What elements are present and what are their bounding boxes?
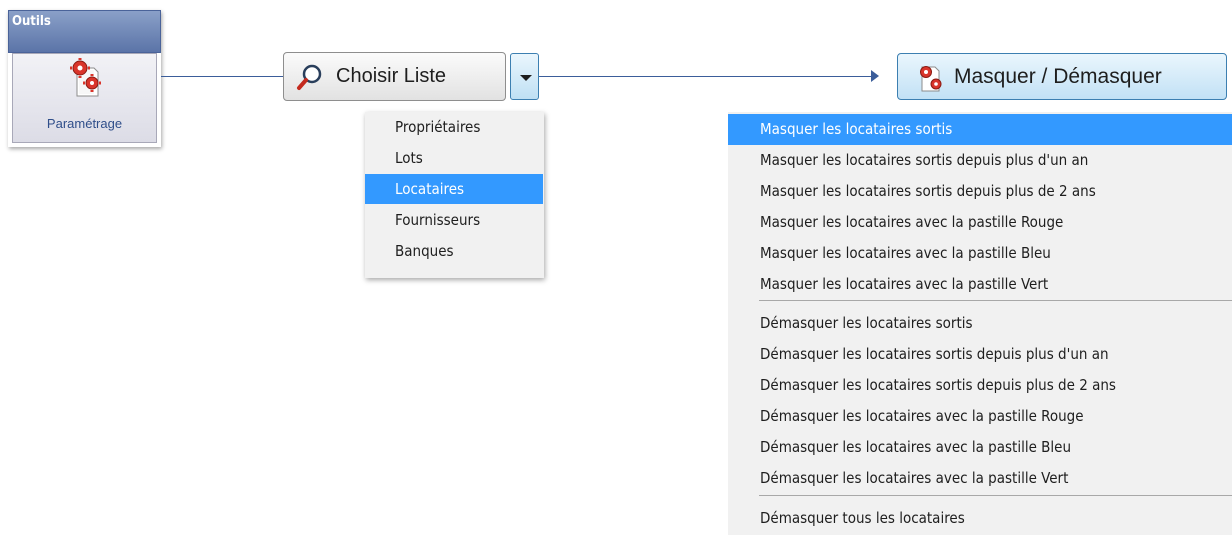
outils-panel: Outils Paramétrage	[8, 10, 161, 147]
masquer-demasquer-button[interactable]: Masquer / Démasquer	[897, 53, 1227, 100]
demasquer-menu-item[interactable]: Démasquer les locataires sortis depuis p…	[728, 370, 1232, 401]
connector-line	[539, 76, 871, 77]
masquer-menu-item[interactable]: Masquer les locataires avec la pastille …	[728, 207, 1232, 238]
choisir-liste-label: Choisir Liste	[336, 65, 447, 87]
choisir-liste-dropdown-button[interactable]	[510, 53, 539, 100]
list-menu-item[interactable]: Lots	[365, 143, 543, 173]
demasquer-menu-item[interactable]: Démasquer les locataires avec la pastill…	[728, 432, 1232, 463]
demasquer-menu-item[interactable]: Démasquer les locataires avec la pastill…	[728, 401, 1232, 432]
outils-title: Outils	[12, 14, 51, 29]
list-menu-item[interactable]: Fournisseurs	[365, 205, 543, 235]
magnifier-icon	[297, 64, 322, 90]
list-menu-item[interactable]: Locataires	[365, 174, 543, 204]
parametrage-label: Paramétrage	[46, 116, 123, 131]
list-menu: Propriétaires Lots Locataires Fournisseu…	[365, 112, 544, 278]
masquer-menu-item[interactable]: Masquer les locataires avec la pastille …	[728, 269, 1232, 300]
menu-separator	[759, 300, 1232, 301]
gears-document-icon	[70, 58, 101, 97]
demasquer-menu-item[interactable]: Démasquer les locataires sortis	[728, 308, 1232, 339]
list-menu-item[interactable]: Propriétaires	[365, 112, 543, 142]
choisir-liste-button[interactable]: Choisir Liste	[283, 52, 506, 101]
masquer-menu-item[interactable]: Masquer les locataires sortis depuis plu…	[728, 176, 1232, 207]
masquer-menu: Masquer les locataires sortis Masquer le…	[728, 112, 1232, 535]
demasquer-tous-menu-item[interactable]: Démasquer tous les locataires	[728, 503, 1232, 534]
masquer-menu-item[interactable]: Masquer les locataires sortis	[728, 114, 1232, 145]
menu-separator	[759, 495, 1232, 496]
demasquer-menu-item[interactable]: Démasquer les locataires sortis depuis p…	[728, 339, 1232, 370]
connector-line	[161, 76, 283, 77]
masquer-menu-item[interactable]: Masquer les locataires sortis depuis plu…	[728, 145, 1232, 176]
parametrage-button[interactable]: Paramétrage	[12, 53, 157, 143]
demasquer-menu-item[interactable]: Démasquer les locataires avec la pastill…	[728, 463, 1232, 494]
list-menu-item[interactable]: Banques	[365, 236, 543, 266]
connector-arrow-icon	[871, 70, 879, 82]
masquer-menu-item[interactable]: Masquer les locataires avec la pastille …	[728, 238, 1232, 269]
masquer-demasquer-label: Masquer / Démasquer	[954, 65, 1162, 88]
outils-header: Outils	[8, 10, 161, 53]
chevron-down-icon	[520, 75, 532, 81]
gears-document-icon	[920, 66, 942, 92]
